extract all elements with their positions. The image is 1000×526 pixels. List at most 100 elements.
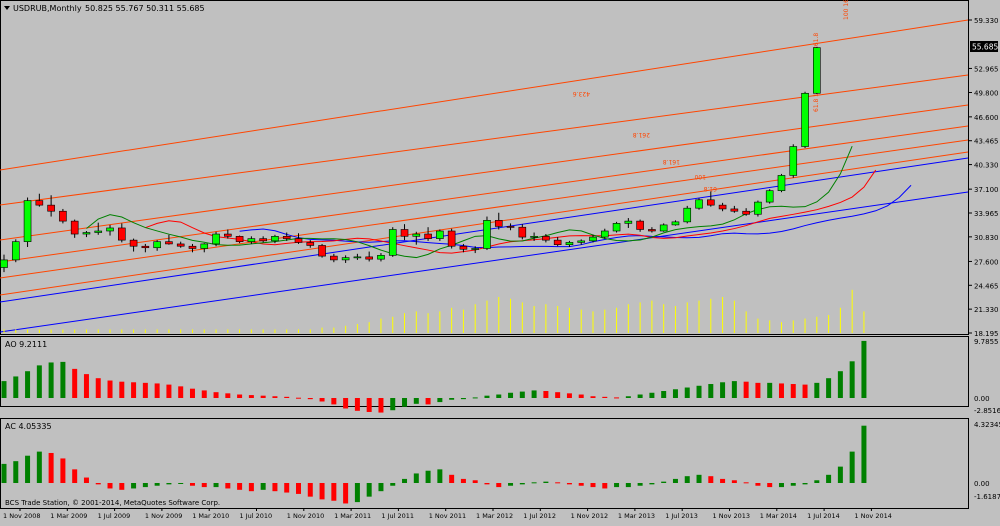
ac-bar (849, 451, 855, 483)
ac-bar (131, 483, 137, 489)
time-tick-label: 1 Nov 2009 (145, 512, 183, 520)
ao-bar (708, 384, 714, 398)
time-tick-label: 1 Jul 2011 (381, 512, 414, 520)
ao-bar (119, 381, 125, 398)
ao-bar (272, 396, 278, 398)
ac-bar (166, 483, 172, 485)
fib-level-label: 61.8 (703, 185, 717, 192)
ac-bar (296, 483, 301, 494)
ao-title: AO 9.2111 (5, 340, 47, 349)
ao-bar (449, 398, 455, 400)
ac-bar (36, 451, 42, 483)
ac-bar (154, 483, 160, 486)
candle (813, 46, 821, 95)
ao-bar (425, 398, 431, 405)
ac-bar (637, 483, 643, 486)
ac-bar (449, 474, 455, 483)
ac-bar (720, 478, 726, 483)
candle (754, 200, 762, 217)
ac-bar (60, 458, 66, 483)
ao-bar (637, 394, 643, 398)
main-title: USDRUB,Monthly (13, 4, 82, 13)
ao-bar (237, 394, 243, 398)
ac-bar (590, 483, 596, 488)
ac-bar (13, 461, 19, 483)
ac-bar (390, 483, 396, 486)
ac-bar (272, 483, 278, 492)
candle (612, 221, 621, 233)
ac-bar (802, 483, 808, 485)
ao-bar (508, 392, 514, 398)
candle (765, 189, 774, 204)
time-tick-label: 1 Nov 2011 (429, 512, 467, 520)
ac-bar (814, 480, 820, 483)
ao-bar (201, 390, 207, 398)
time-tick-label: 1 Nov 2014 (854, 512, 892, 520)
ao-bar (107, 380, 113, 398)
ao-bar (178, 386, 184, 398)
ao-bar (331, 398, 337, 405)
ac-bar (354, 483, 360, 503)
ao-bar (307, 398, 313, 400)
ao-bar (672, 389, 678, 398)
ac-bar (83, 477, 89, 483)
ao-bar (755, 382, 761, 398)
ao-tick-label: 9.7855 (974, 338, 999, 346)
ao-bar (861, 340, 867, 398)
candle (11, 239, 20, 263)
ao-bar (225, 393, 231, 398)
fib-level-label: 100 (694, 173, 706, 180)
ac-bar (25, 455, 31, 483)
time-tick-label: 1 Mar 2009 (50, 512, 87, 520)
ac-bar (237, 483, 243, 490)
ac-bar (178, 483, 184, 484)
price-tick-label: 27.600 (974, 258, 999, 266)
ao-bar (625, 396, 631, 398)
ao-bar (778, 383, 784, 398)
ao-bar (578, 394, 584, 398)
ac-bar (566, 483, 572, 485)
ac-bar (284, 483, 290, 493)
ac-bar (142, 483, 148, 488)
time-tick-label: 1 Nov 2013 (713, 512, 751, 520)
ao-tick-label: -2.8516 (974, 407, 1000, 415)
ao-bar (48, 362, 54, 398)
ac-bar (307, 483, 313, 497)
candle (789, 144, 798, 178)
price-tick-label: 24.465 (974, 282, 999, 290)
ac-bar (531, 482, 537, 484)
time-tick-label: 1 Mar 2012 (476, 512, 513, 520)
chart-canvas[interactable]: 423.6261.8161.810061.8261.8161.810061.81… (0, 0, 1000, 522)
current-price-label: 55.685 (972, 43, 998, 52)
fib-level-label: 423.6 (573, 90, 590, 97)
candle (683, 205, 692, 224)
copyright-text: BCS Trade Station, © 2001-2014, MetaQuot… (5, 499, 220, 507)
ac-bar (260, 483, 266, 490)
ao-bar (402, 398, 408, 407)
ao-bar (590, 396, 596, 398)
ac-bar (119, 483, 125, 490)
time-tick-label: 1 Nov 2008 (3, 512, 41, 520)
ao-bar (814, 382, 820, 398)
ao-bar (1, 381, 7, 398)
ao-bar (72, 368, 78, 398)
ac-bar (460, 478, 466, 483)
price-tick-label: 37.100 (974, 186, 999, 194)
time-tick-label: 1 Mar 2011 (334, 512, 371, 520)
ac-bar (248, 483, 254, 492)
ac-bar (378, 483, 384, 492)
ao-bar (543, 391, 549, 398)
ac-bar (614, 483, 620, 488)
ao-bar (566, 393, 572, 398)
ao-bar (555, 392, 561, 398)
ac-bar (790, 483, 796, 486)
ohlc-values: 50.825 55.767 50.311 55.685 (85, 4, 205, 13)
ac-bar (625, 483, 631, 488)
time-tick-label: 1 Jul 2012 (523, 512, 556, 520)
ao-bar (248, 395, 254, 398)
ao-bar (790, 384, 796, 398)
ac-bar (1, 463, 7, 483)
ac-bar (837, 466, 843, 483)
candle (59, 208, 67, 224)
price-tick-label: 49.800 (974, 90, 999, 98)
